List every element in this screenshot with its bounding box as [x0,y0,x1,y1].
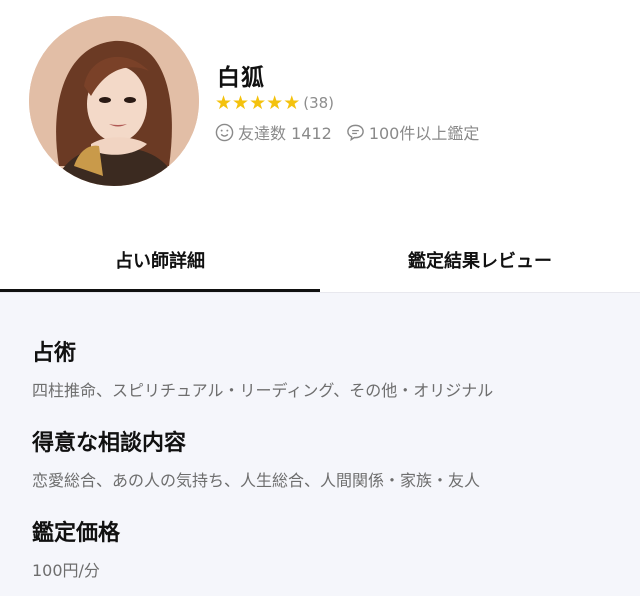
divination-section: 占術 四柱推命、スピリチュアル・リーディング、その他・オリジナル [32,335,493,401]
price-section: 鑑定価格 100円/分 [32,515,120,581]
chat-bubble-icon [346,124,364,141]
rating-count: (38) [303,94,335,112]
friends-count: 友達数 1412 [238,124,332,143]
fortune-teller-name: 白狐 [217,65,265,91]
friends-stat: 友達数 1412 [215,120,332,144]
section-title: 得意な相談内容 [32,431,187,456]
stats-row: 友達数 1412 100件以上鑑定 [215,121,493,143]
section-title: 占術 [32,341,77,366]
star-rating: ★ ★ ★ ★ ★ [215,93,300,113]
section-body: 四柱推命、スピリチュアル・リーディング、その他・オリジナル [32,381,494,400]
details-panel: 占術 四柱推命、スピリチュアル・リーディング、その他・オリジナル 得意な相談内容… [0,293,640,596]
tab-reading-reviews[interactable]: 鑑定結果レビュー [320,228,640,292]
readings-count: 100件以上鑑定 [368,124,480,143]
smiley-icon [215,123,234,141]
profile-header: 白狐 ★ ★ ★ ★ ★ (38) 友達数 1412 100件以上鑑定 [0,0,640,228]
avatar-photo [29,16,199,186]
tab-bar: 占い師詳細 鑑定結果レビュー [0,228,640,292]
section-body: 100円/分 [32,561,100,580]
star-icon: ★ [232,92,250,114]
star-icon: ★ [283,92,301,114]
readings-stat: 100件以上鑑定 [346,120,480,144]
tab-fortune-teller-details[interactable]: 占い師詳細 [0,228,320,292]
rating: ★ ★ ★ ★ ★ (38) [215,92,334,114]
specialty-section: 得意な相談内容 恋愛総合、あの人の気持ち、人生総合、人間関係・家族・友人 [32,425,480,491]
section-title: 鑑定価格 [32,521,121,546]
star-icon: ★ [215,92,233,114]
avatar[interactable] [29,16,199,186]
star-icon: ★ [266,92,284,114]
star-icon: ★ [249,92,267,114]
section-body: 恋愛総合、あの人の気持ち、人生総合、人間関係・家族・友人 [32,471,481,490]
